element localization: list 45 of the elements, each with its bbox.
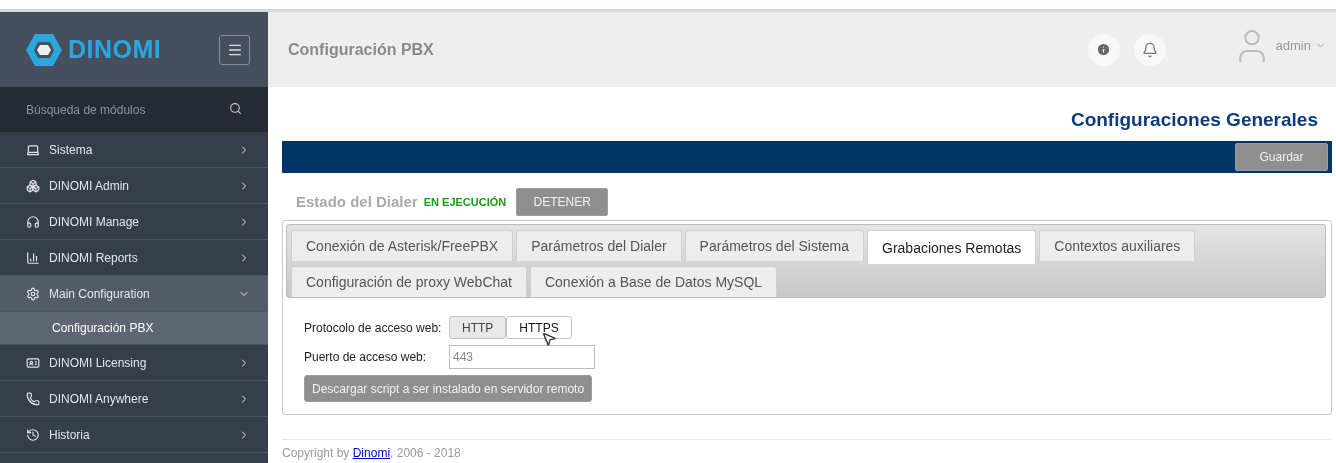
menu-button[interactable] bbox=[219, 34, 250, 65]
headphones-icon bbox=[26, 214, 40, 229]
sidebar-item-label: Sistema bbox=[49, 142, 93, 157]
tab[interactable]: Contextos auxiliares bbox=[1039, 230, 1196, 261]
sidebar-item-label: DINOMI Admin bbox=[49, 178, 129, 193]
search-icon[interactable] bbox=[229, 102, 242, 115]
pointer-icon bbox=[541, 331, 557, 347]
notifications-button[interactable] bbox=[1133, 33, 1166, 66]
copyright-text: Copyright by Dinomi, 2006 - 2018 bbox=[282, 446, 461, 460]
sidebar-item-label: DINOMI Licensing bbox=[49, 355, 147, 370]
sidebar-subitem[interactable]: Configuración PBX bbox=[0, 312, 268, 345]
history-icon bbox=[26, 427, 40, 442]
tab[interactable]: Conexión a Base de Datos MySQL bbox=[529, 266, 778, 297]
protocol-option[interactable]: HTTPS bbox=[506, 316, 572, 339]
tab[interactable]: Grabaciones Remotas bbox=[867, 230, 1037, 264]
tab[interactable]: Parámetros del Dialer bbox=[516, 230, 682, 261]
page-title: Configuración PBX bbox=[288, 40, 434, 59]
tab[interactable]: Configuración de proxy WebChat bbox=[291, 266, 527, 297]
phone-icon bbox=[26, 391, 40, 406]
search-field[interactable]: Búsqueda de módulos bbox=[0, 87, 268, 132]
info-button[interactable] bbox=[1087, 33, 1120, 66]
protocol-option[interactable]: HTTP bbox=[449, 316, 507, 339]
tab[interactable]: Conexión de Asterisk/FreePBX bbox=[291, 230, 514, 261]
sidebar-item-label: DINOMI Anywhere bbox=[49, 391, 149, 406]
bell-icon bbox=[1141, 41, 1158, 58]
gear-icon bbox=[26, 286, 40, 301]
port-field[interactable]: 443 bbox=[449, 345, 595, 369]
info-icon bbox=[1096, 42, 1112, 57]
hexagon-logo-icon bbox=[26, 32, 62, 67]
sidebar-item-label: DINOMI Manage bbox=[49, 214, 140, 229]
field-label: Protocolo de acceso web: bbox=[304, 320, 443, 335]
dialer-status: EN EJECUCIÓN bbox=[423, 195, 507, 208]
bar-chart-icon bbox=[26, 250, 40, 265]
section-title: Configuraciones Generales bbox=[1070, 109, 1318, 131]
tab[interactable]: Parámetros del Sistema bbox=[684, 230, 864, 261]
sidebar-item-label: DINOMI Reports bbox=[49, 250, 138, 265]
id-card-icon bbox=[26, 355, 40, 370]
boxes-icon bbox=[26, 178, 40, 193]
laptop-icon bbox=[26, 142, 40, 157]
dialer-label: Estado del Dialer bbox=[296, 193, 418, 210]
field-label: Puerto de acceso web: bbox=[304, 350, 428, 364]
sidebar-item-label: Main Configuration bbox=[49, 286, 150, 301]
sidebar-item-label: Historia bbox=[49, 427, 90, 442]
sidebar-item[interactable]: Main Configuration bbox=[0, 276, 268, 312]
logo-text: DINOMI bbox=[68, 35, 162, 64]
